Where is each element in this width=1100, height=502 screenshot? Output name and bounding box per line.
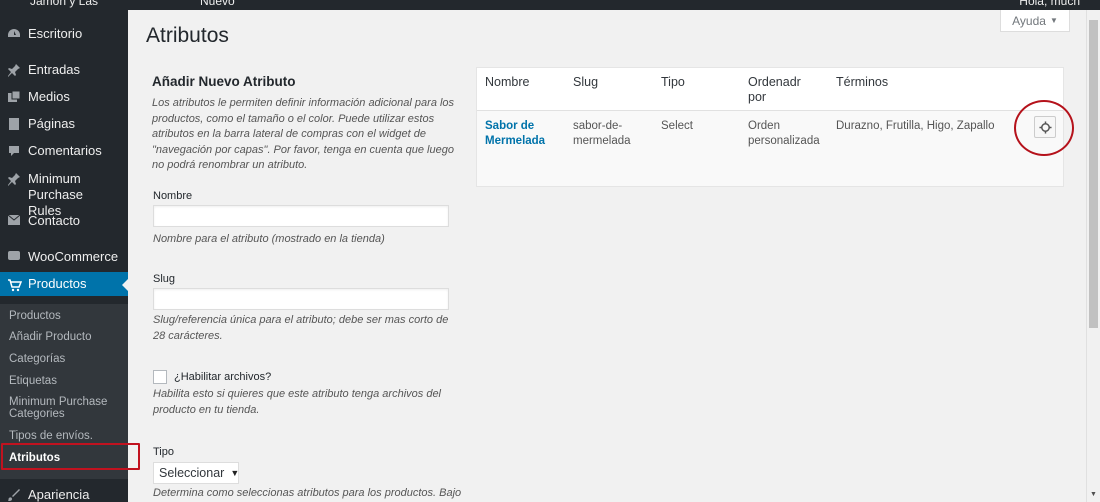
sidebar-item-medios[interactable]: Medios xyxy=(0,89,128,105)
admin-sidebar: Escritorio Entradas Medios Páginas Comen… xyxy=(0,10,129,502)
sidebar-item-label: Comentarios xyxy=(28,143,102,158)
pin-icon xyxy=(0,62,28,77)
help-tab-button[interactable]: Ayuda ▼ xyxy=(1000,10,1070,32)
column-header-nombre: Nombre xyxy=(485,75,530,89)
annotation-highlight-circle xyxy=(1014,100,1074,156)
column-header-terminos: Términos xyxy=(836,75,889,89)
sidebar-item-label: Escritorio xyxy=(28,26,83,41)
comment-icon xyxy=(0,143,28,158)
sidebar-item-comentarios[interactable]: Comentarios xyxy=(0,143,128,159)
sidebar-item-label: Minimum Purchase Rules xyxy=(28,171,83,218)
page-scrollbar[interactable]: ▼ xyxy=(1086,10,1100,502)
scrollbar-thumb[interactable] xyxy=(1089,20,1098,328)
attribute-order: Orden personalizada xyxy=(748,120,820,147)
sidebar-item-productos[interactable]: Productos xyxy=(0,272,129,296)
sidebar-item-label: Productos xyxy=(28,276,87,291)
sidebar-item-entradas[interactable]: Entradas xyxy=(0,62,128,78)
sidebar-item-label: Contacto xyxy=(28,213,81,228)
sidebar-item-contacto[interactable]: Contacto xyxy=(0,213,128,229)
sidebar-item-label: Apariencia xyxy=(28,487,90,502)
sidebar-item-paginas[interactable]: Páginas xyxy=(0,116,128,132)
add-attribute-form: Añadir Nuevo Atributo Los atributos le p… xyxy=(152,74,462,174)
column-header-slug: Slug xyxy=(573,75,599,89)
sidebar-item-woocommerce[interactable]: WooCommerce xyxy=(0,249,128,265)
admin-bar-new[interactable]: Nuevo xyxy=(200,0,235,8)
slug-label: Slug xyxy=(153,273,176,285)
slug-field[interactable] xyxy=(153,288,449,310)
help-tab-label: Ayuda xyxy=(1012,13,1046,28)
sidebar-item-label: WooCommerce xyxy=(28,249,119,264)
type-select[interactable]: Seleccionar ▼ xyxy=(153,462,239,484)
submenu-item-anadir-producto[interactable]: Añadir Producto xyxy=(9,331,91,343)
sidebar-item-label: Páginas xyxy=(28,116,75,131)
pin-icon xyxy=(0,171,28,186)
table-header: Nombre Slug Tipo Ordenadr por Términos xyxy=(477,68,1063,111)
type-help-text: Determina como seleccionas atributos par… xyxy=(153,487,462,499)
attribute-type: Select xyxy=(661,120,693,132)
archives-help-text: Habilita esto si quieres que este atribu… xyxy=(153,388,442,416)
attribute-name-link[interactable]: Sabor de Mermelada xyxy=(485,119,560,149)
enable-archives-checkbox[interactable] xyxy=(153,370,167,384)
type-label: Tipo xyxy=(153,446,174,458)
media-icon xyxy=(0,89,28,104)
slug-help-text: Slug/referencia única para el atributo; … xyxy=(153,314,449,342)
name-label: Nombre xyxy=(153,190,193,202)
attribute-terms: Durazno, Frutilla, Higo, Zapallo xyxy=(836,120,995,132)
submenu-item-categorias[interactable]: Categorías xyxy=(9,353,65,365)
admin-bar-site-name[interactable]: Jamon y Las xyxy=(30,0,98,8)
page-icon xyxy=(0,116,28,131)
type-select-value: Seleccionar xyxy=(159,466,225,480)
mail-icon xyxy=(0,213,28,226)
cart-icon xyxy=(0,277,28,292)
sidebar-item-minimum-purchase-rules[interactable]: Minimum Purchase Rules xyxy=(0,171,128,219)
form-intro: Los atributos le permiten definir inform… xyxy=(152,97,455,171)
sidebar-item-escritorio[interactable]: Escritorio xyxy=(0,26,128,42)
sidebar-item-label: Entradas xyxy=(28,62,81,77)
name-field[interactable] xyxy=(153,205,449,227)
admin-bar-howdy[interactable]: Hola, mucn xyxy=(1019,0,1080,8)
admin-bar: Jamon y Las Nuevo Hola, mucn xyxy=(0,0,1100,10)
attribute-slug: sabor-de-mermelada xyxy=(573,120,631,147)
caret-down-icon: ▼ xyxy=(230,468,240,478)
page-title: Atributos xyxy=(146,24,229,47)
column-header-tipo: Tipo xyxy=(661,75,685,89)
sidebar-item-apariencia[interactable]: Apariencia xyxy=(0,487,128,502)
annotation-highlight-box xyxy=(1,443,140,470)
submenu-item-productos[interactable]: Productos xyxy=(9,310,61,322)
enable-archives-label[interactable]: ¿Habilitar archivos? xyxy=(174,371,271,383)
submenu-item-tipos-de-envios[interactable]: Tipos de envíos. xyxy=(9,430,93,442)
column-header-ordenar-por: Ordenadr por xyxy=(748,75,801,104)
submenu-item-etiquetas[interactable]: Etiquetas xyxy=(9,375,57,387)
scroll-down-arrow-icon[interactable]: ▼ xyxy=(1090,491,1097,498)
caret-down-icon: ▼ xyxy=(1049,16,1058,25)
sidebar-item-label: Medios xyxy=(28,89,70,104)
dashboard-icon xyxy=(0,26,28,41)
form-title: Añadir Nuevo Atributo xyxy=(152,74,296,89)
current-menu-arrow xyxy=(122,278,129,292)
woo-icon xyxy=(0,249,28,262)
name-help-text: Nombre para el atributo (mostrado en la … xyxy=(153,233,385,245)
submenu-item-minimum-purchase-categories[interactable]: Minimum Purchase Categories xyxy=(9,396,119,420)
brush-icon xyxy=(0,487,28,502)
attributes-table: Nombre Slug Tipo Ordenadr por Términos S… xyxy=(476,67,1064,187)
